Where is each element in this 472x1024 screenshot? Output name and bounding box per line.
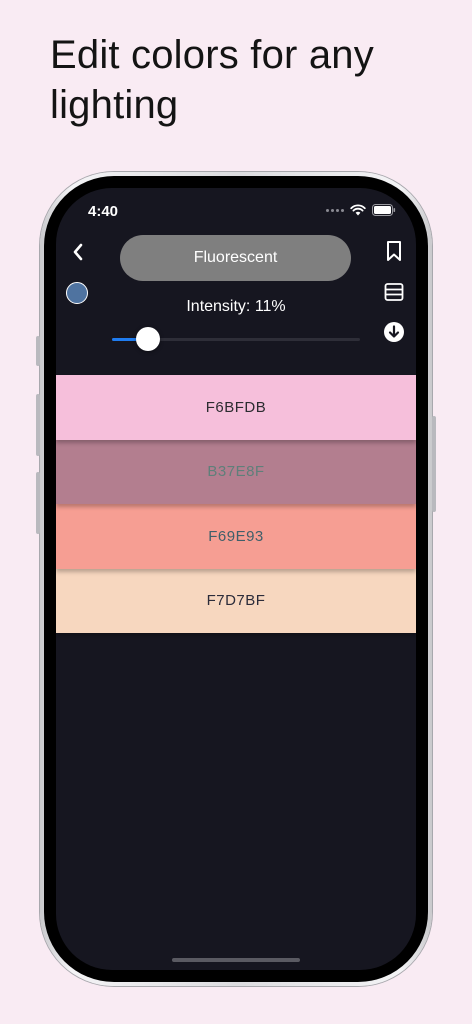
color-swatch-row[interactable]: F6BFDB — [56, 375, 416, 440]
status-time: 4:40 — [88, 203, 119, 220]
phone-frame: 4:40 Fluorescent Intensity: 11% F6BFDB B… — [36, 172, 436, 986]
volume-down-button — [36, 472, 40, 534]
wifi-icon — [350, 204, 366, 216]
power-button — [432, 416, 436, 512]
intensity-label: Intensity: 11% — [186, 298, 286, 315]
color-swatch-row[interactable]: F69E93 — [56, 504, 416, 569]
mute-switch — [36, 336, 40, 366]
intensity-slider[interactable] — [112, 327, 360, 351]
volume-up-button — [36, 394, 40, 456]
lighting-mode-button[interactable]: Fluorescent — [120, 235, 351, 281]
color-swatch-row[interactable]: B37E8F — [56, 439, 416, 504]
swatch-hex-label: F7D7BF — [206, 592, 266, 610]
bookmark-button[interactable] — [382, 239, 406, 263]
home-indicator[interactable] — [172, 958, 300, 962]
color-swatch-list: F6BFDB B37E8F F69E93 F7D7BF — [56, 375, 416, 633]
status-icons — [326, 204, 396, 216]
swatch-hex-label: F6BFDB — [205, 398, 267, 416]
headline-line-1: Edit colors for any — [50, 33, 374, 77]
back-button[interactable] — [66, 240, 90, 264]
swatch-hex-label: F69E93 — [208, 527, 264, 545]
headline-line-2: lighting — [50, 83, 179, 127]
battery-icon — [372, 204, 396, 216]
app-screen: 4:40 Fluorescent Intensity: 11% F6BFDB B… — [56, 188, 416, 970]
intensity-slider-thumb[interactable] — [136, 327, 160, 351]
swatch-hex-label: B37E8F — [207, 463, 265, 481]
download-button[interactable] — [382, 320, 406, 344]
promo-headline: Edit colors for any lighting — [50, 30, 450, 130]
chevron-left-icon — [73, 243, 83, 261]
signal-dots-icon — [326, 208, 344, 212]
color-swatch-row[interactable]: F7D7BF — [56, 568, 416, 633]
bookmark-icon — [387, 241, 401, 261]
download-circle-icon — [384, 322, 404, 342]
